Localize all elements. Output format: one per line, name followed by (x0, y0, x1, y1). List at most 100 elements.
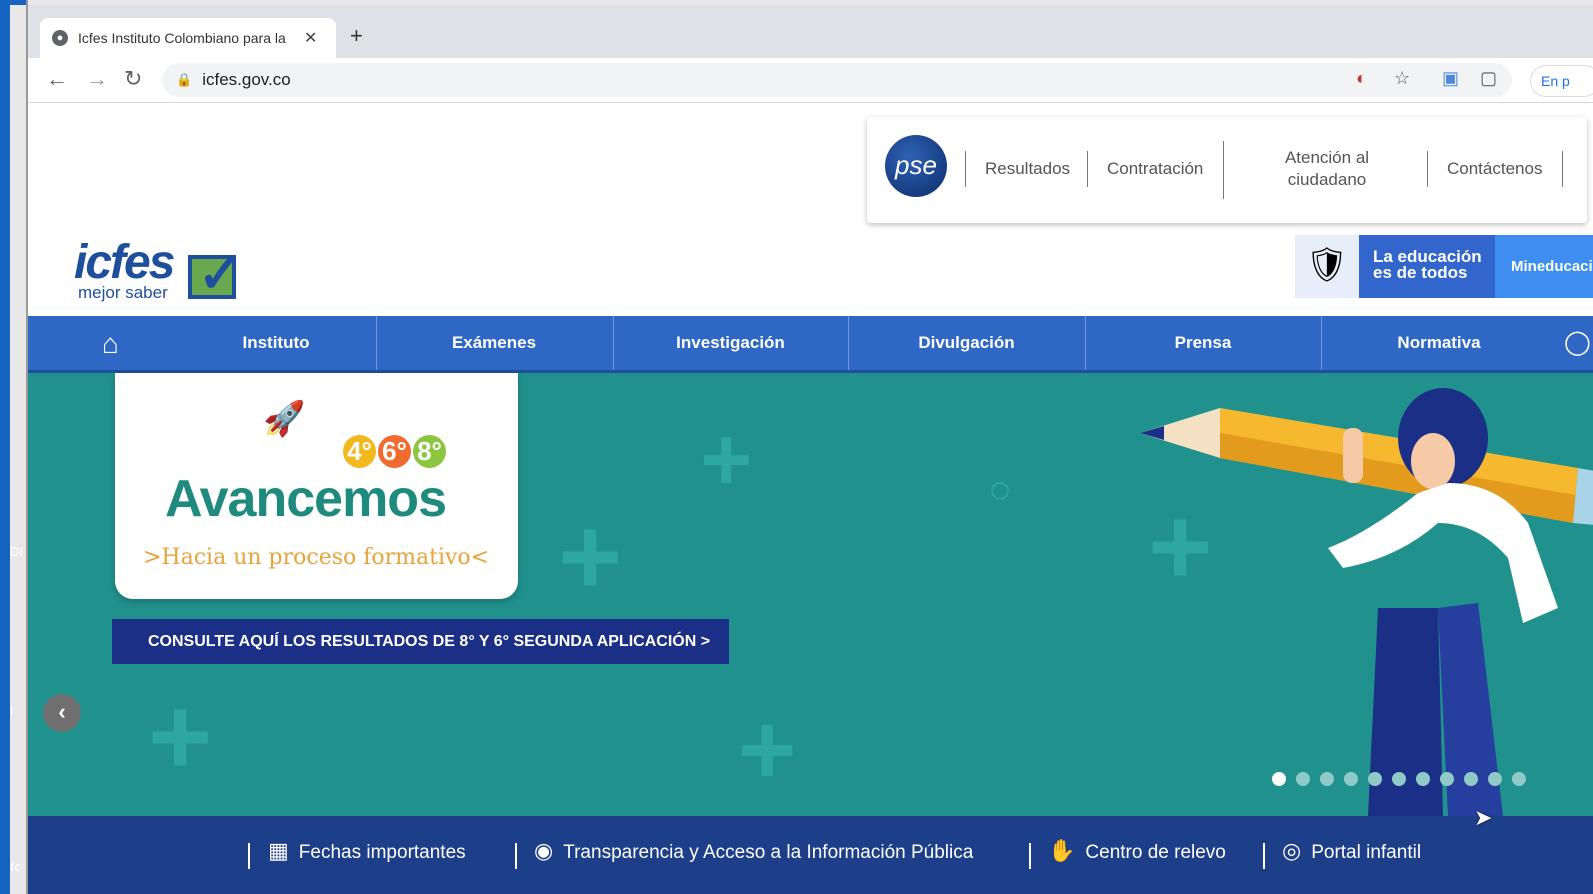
footer-item-label: Centro de relevo (1085, 842, 1226, 863)
footer-item-label: Fechas importantes (298, 842, 466, 863)
divider (1427, 151, 1428, 187)
plus-decoration: + (558, 495, 623, 618)
plus-decoration: + (700, 410, 753, 510)
nav-item-normativa[interactable]: Normativa (1321, 316, 1557, 370)
link-contactenos[interactable]: Contáctenos (1447, 159, 1542, 179)
mineducacion-label: Mineducación (1495, 235, 1593, 298)
plus-decoration: + (738, 694, 797, 806)
card-title: Avancemos (165, 470, 447, 528)
link-resultados[interactable]: Resultados (985, 159, 1070, 179)
carousel-dot[interactable] (1344, 772, 1358, 786)
carousel-dot[interactable] (1440, 772, 1454, 786)
logo-word: icfes (74, 236, 175, 289)
logo-tagline: mejor saber (78, 283, 168, 302)
icfes-logo[interactable]: icfes mejor saber ✓ (74, 235, 260, 304)
desktop-label: I (10, 704, 14, 718)
footer-item-fechas[interactable]: ▦ Fechas importantes (268, 838, 466, 864)
window-frame (10, 5, 26, 894)
tab-strip: ● Icfes Instituto Colombiano para la ✕ + (28, 0, 1593, 58)
footer-item-portal-infantil[interactable]: ◎ Portal infantil (1282, 838, 1421, 864)
carousel-dot[interactable] (1464, 772, 1478, 786)
tab-title: Icfes Instituto Colombiano para la (78, 30, 286, 46)
hero-carousel: + + + + + ○ 🚀 4° 6° 8° Avancemos >Hacia un… (28, 373, 1593, 816)
government-banner[interactable]: 🛡 La educación es de todos Mineducación (1295, 235, 1593, 298)
browser-window: ● Icfes Instituto Colombiano para la ✕ +… (26, 0, 1593, 894)
carousel-prev-button[interactable]: ‹ (43, 694, 81, 732)
nav-item-examenes[interactable]: Exámenes (376, 316, 612, 370)
grade-badge: 6° (378, 435, 411, 468)
desktop-edge: DI I fc (0, 0, 26, 894)
grade-badge: 4° (343, 435, 376, 468)
eye-icon: ◉ (534, 838, 554, 863)
footer-item-transparencia[interactable]: ◉ Transparencia y Acceso a la Información… (534, 838, 973, 864)
carousel-dot[interactable] (1512, 772, 1526, 786)
top-links-box: pse Resultados Contratación Atención al … (867, 117, 1587, 223)
carousel-dot[interactable] (1488, 772, 1502, 786)
rocket-icon: 🚀 (263, 400, 306, 438)
link-contratacion[interactable]: Contratación (1107, 159, 1203, 179)
browser-tab[interactable]: ● Icfes Instituto Colombiano para la ✕ (40, 18, 336, 58)
pse-logo[interactable]: pse (885, 135, 947, 197)
divider (1223, 141, 1224, 199)
carousel-dot[interactable] (1416, 772, 1430, 786)
search-icon[interactable]: ◯ (1564, 328, 1591, 357)
carousel-dot[interactable] (1272, 772, 1286, 786)
results-cta-button[interactable]: CONSULTE AQUÍ LOS RESULTADOS DE 8° Y 6° … (112, 619, 729, 664)
nav-item-prensa[interactable]: Prensa (1085, 316, 1321, 370)
footer-item-centro-relevo[interactable]: ✋ Centro de relevo (1048, 838, 1226, 864)
carousel-dot[interactable] (1320, 772, 1334, 786)
translate-icon[interactable]: ▣ (1442, 68, 1459, 89)
footer-bar: ▦ Fechas importantes ◉ Transparencia y Acc… (28, 816, 1593, 894)
nav-item-investigacion[interactable]: Investigación (613, 316, 848, 370)
smiley-icon: ◎ (1282, 838, 1302, 863)
coat-of-arms-icon: 🛡 (1295, 235, 1359, 298)
url-text: icfes.gov.co (202, 70, 291, 89)
circle-decoration: ○ (988, 468, 1013, 512)
bookmark-star-icon[interactable]: ☆ (1394, 68, 1410, 89)
lock-icon: 🔒 (176, 72, 193, 87)
grade-badges: 4° 6° 8° (343, 435, 448, 468)
carousel-dot[interactable] (1392, 772, 1406, 786)
reload-icon[interactable]: ↻ (124, 66, 142, 92)
extension-icon[interactable]: ▢ (1480, 68, 1497, 89)
checkmark-icon: ✓ (188, 246, 242, 304)
forward-icon[interactable]: → (86, 66, 108, 92)
footer-item-label: Transparencia y Acceso a la Información … (563, 842, 974, 863)
address-bar[interactable]: 🔒 icfes.gov.co (162, 63, 1512, 97)
new-tab-button[interactable]: + (350, 23, 363, 49)
profile-button[interactable]: En p (1530, 65, 1593, 97)
divider (965, 151, 966, 187)
web-page: pse Resultados Contratación Atención al … (28, 103, 1593, 894)
divider (1087, 151, 1088, 187)
divider (248, 843, 250, 869)
divider (1029, 843, 1031, 869)
nav-item-instituto[interactable]: Instituto (176, 316, 376, 370)
grade-badge: 8° (413, 435, 446, 468)
home-icon[interactable]: ⌂ (102, 328, 119, 360)
divider (1562, 151, 1563, 187)
gov-slogan-line2: es de todos (1373, 263, 1468, 282)
carousel-dots (1272, 772, 1526, 786)
pencil-lead (1140, 426, 1164, 440)
woman-with-pencil-illustration (1140, 388, 1593, 816)
plus-decoration: + (148, 675, 213, 798)
avancemos-card[interactable]: 🚀 4° 6° 8° Avancemos >Hacia un proceso for… (115, 373, 518, 599)
nav-item-divulgacion[interactable]: Divulgación (848, 316, 1085, 370)
link-atencion-ciudadano[interactable]: Atención al ciudadano (1272, 147, 1382, 191)
close-tab-icon[interactable]: ✕ (304, 28, 317, 48)
arm (1343, 428, 1363, 483)
mouse-cursor-icon: ➤ (1474, 805, 1493, 830)
carousel-dot[interactable] (1296, 772, 1310, 786)
divider (515, 843, 517, 869)
calendar-icon: ▦ (268, 838, 289, 863)
card-subtitle: >Hacia un proceso formativo< (143, 545, 490, 570)
hands-icon: ✋ (1048, 838, 1076, 863)
site-settings-icon[interactable]: ◐ (1356, 68, 1367, 89)
gov-slogan: La educación es de todos (1373, 248, 1482, 282)
back-icon[interactable]: ← (46, 66, 68, 92)
divider (1263, 843, 1265, 869)
carousel-dot[interactable] (1368, 772, 1382, 786)
browser-toolbar: ← → ↻ 🔒 icfes.gov.co ◐ ☆ ▣ ▢ En p (28, 58, 1593, 103)
desktop-label: fc (10, 860, 21, 874)
face (1411, 433, 1455, 489)
